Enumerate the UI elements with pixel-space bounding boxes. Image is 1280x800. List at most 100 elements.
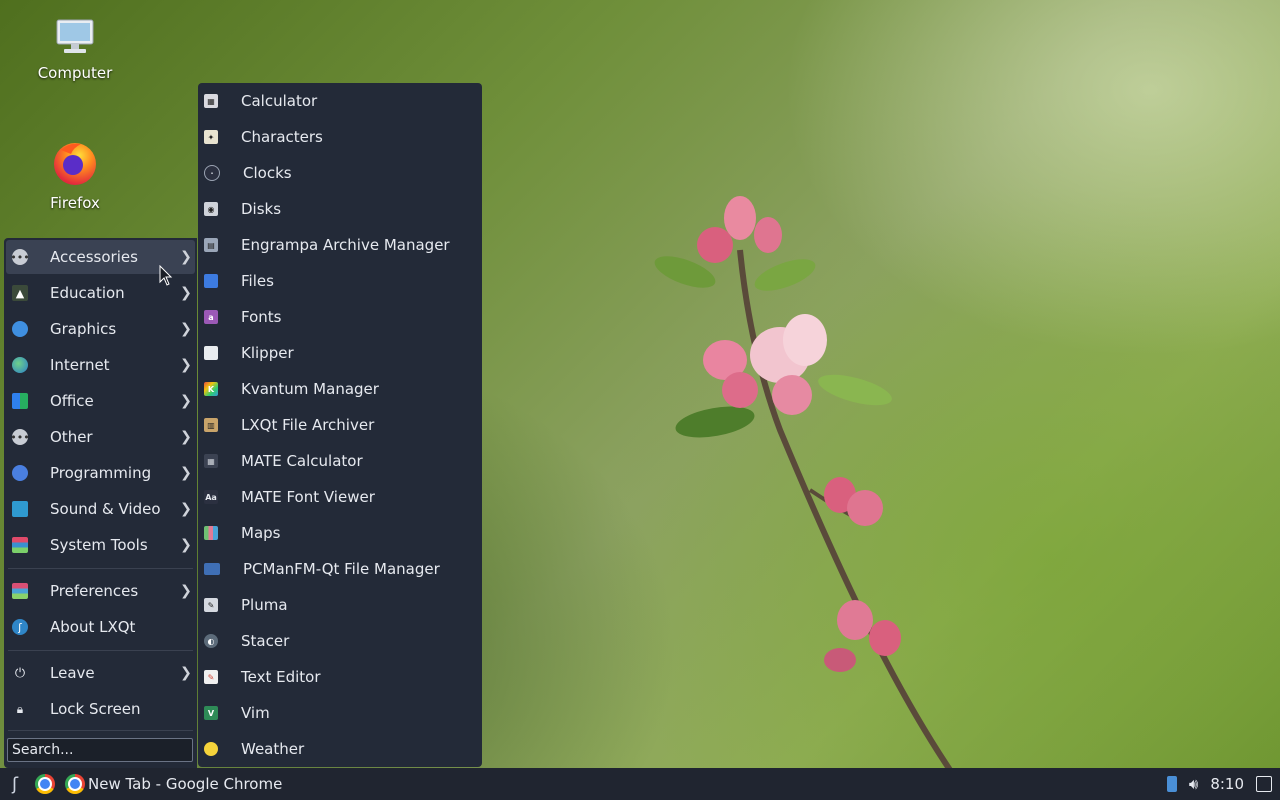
pluma-icon: ✎: [204, 598, 218, 612]
menu-item-preferences[interactable]: Preferences ❯: [6, 574, 195, 608]
submenu-item-stacer[interactable]: ◐ Stacer: [198, 623, 482, 659]
text-editor-icon: ✎: [204, 670, 218, 684]
network-icon[interactable]: [1166, 776, 1177, 792]
maps-icon: [204, 526, 218, 540]
submenu-item-vim[interactable]: V Vim: [198, 695, 482, 731]
vim-icon: V: [204, 706, 218, 720]
start-menu-button[interactable]: ʃ: [4, 774, 26, 795]
menu-search-input[interactable]: [7, 738, 193, 762]
submenu-item-mate-font-viewer[interactable]: Aa MATE Font Viewer: [198, 479, 482, 515]
chrome-task-icon: [65, 774, 85, 794]
task-button-label: New Tab - Google Chrome: [88, 775, 283, 793]
submenu-item-label: Engrampa Archive Manager: [241, 236, 450, 254]
menu-item-leave[interactable]: ⏻ Leave ❯: [6, 656, 195, 690]
submenu-item-clocks[interactable]: · Clocks: [198, 155, 482, 191]
task-button-chrome[interactable]: New Tab - Google Chrome: [88, 775, 282, 793]
stacer-icon: ◐: [204, 634, 218, 648]
clock-icon: ·: [204, 165, 220, 181]
system-tools-icon: [12, 537, 28, 553]
desktop-icon-computer[interactable]: Computer: [20, 18, 130, 82]
submenu-item-klipper[interactable]: Klipper: [198, 335, 482, 371]
menu-item-system-tools[interactable]: System Tools ❯: [6, 528, 195, 562]
submenu-item-label: Stacer: [241, 632, 290, 650]
submenu-item-label: Disks: [241, 200, 282, 218]
desktop-icon-firefox[interactable]: Firefox: [20, 138, 130, 212]
submenu-item-lxqt-archiver[interactable]: ▥ LXQt File Archiver: [198, 407, 482, 443]
file-archiver-icon: ▥: [204, 418, 218, 432]
submenu-item-label: Fonts: [241, 308, 282, 326]
submenu-item-disks[interactable]: ◉ Disks: [198, 191, 482, 227]
submenu-item-files[interactable]: Files: [198, 263, 482, 299]
power-icon: ⏻: [14, 665, 26, 681]
menu-item-label: Sound & Video: [50, 500, 161, 518]
submenu-item-label: Calculator: [241, 92, 318, 110]
menu-item-lock-screen[interactable]: 🔒︎ Lock Screen: [6, 692, 195, 726]
fonts-icon: a: [204, 310, 218, 324]
menu-item-programming[interactable]: Programming ❯: [6, 456, 195, 490]
submenu-item-text-editor[interactable]: ✎ Text Editor: [198, 659, 482, 695]
menu-separator: [8, 730, 193, 731]
chrome-launcher-icon[interactable]: [35, 774, 55, 794]
submenu-item-pluma[interactable]: ✎ Pluma: [198, 587, 482, 623]
chevron-right-icon: ❯: [180, 393, 192, 409]
disks-icon: ◉: [204, 202, 218, 216]
menu-item-other[interactable]: ••• Other ❯: [6, 420, 195, 454]
chevron-right-icon: ❯: [180, 583, 192, 599]
submenu-item-calculator[interactable]: ▦ Calculator: [198, 83, 482, 119]
show-desktop-icon[interactable]: [1256, 776, 1272, 792]
volume-icon[interactable]: 🔊︎: [1189, 775, 1198, 793]
submenu-item-fonts[interactable]: a Fonts: [198, 299, 482, 335]
lock-icon: 🔒︎: [16, 701, 24, 716]
lxqt-icon: ʃ: [12, 619, 28, 635]
chevron-right-icon: ❯: [180, 429, 192, 445]
submenu-item-label: Vim: [241, 704, 270, 722]
submenu-item-characters[interactable]: ✦ Characters: [198, 119, 482, 155]
menu-item-label: Accessories: [50, 248, 138, 266]
graphics-icon: [12, 321, 28, 337]
chevron-right-icon: ❯: [180, 285, 192, 301]
submenu-item-label: Pluma: [241, 596, 288, 614]
menu-separator: [8, 568, 193, 569]
submenu-item-weather[interactable]: Weather: [198, 731, 482, 767]
menu-item-internet[interactable]: Internet ❯: [6, 348, 195, 382]
other-icon: •••: [10, 429, 30, 445]
wallpaper-branch: [654, 196, 953, 770]
system-tray: 🔊︎ 8:10: [1166, 768, 1280, 800]
font-viewer-icon: Aa: [204, 490, 218, 504]
mouse-cursor-icon: [159, 265, 173, 286]
sound-video-icon: [12, 501, 28, 517]
desktop-icon-label: Computer: [37, 64, 113, 82]
calculator-icon: ▦: [204, 94, 218, 108]
mate-calculator-icon: ▦: [204, 454, 218, 468]
menu-item-office[interactable]: Office ❯: [6, 384, 195, 418]
menu-item-about-lxqt[interactable]: ʃ About LXQt: [6, 610, 195, 644]
chevron-right-icon: ❯: [180, 465, 192, 481]
submenu-item-label: LXQt File Archiver: [241, 416, 375, 434]
education-icon: ▲: [12, 285, 28, 301]
submenu-item-label: Text Editor: [241, 668, 321, 686]
clock[interactable]: 8:10: [1210, 775, 1244, 793]
submenu-item-pcmanfm[interactable]: PCManFM-Qt File Manager: [198, 551, 482, 587]
submenu-item-label: Clocks: [243, 164, 292, 182]
submenu-item-label: Files: [241, 272, 274, 290]
submenu-item-label: Weather: [241, 740, 305, 758]
firefox-icon: [20, 138, 130, 190]
submenu-item-maps[interactable]: Maps: [198, 515, 482, 551]
files-icon: [204, 274, 218, 288]
klipper-icon: [204, 346, 218, 360]
submenu-item-engrampa[interactable]: ▤ Engrampa Archive Manager: [198, 227, 482, 263]
menu-item-label: System Tools: [50, 536, 148, 554]
menu-item-sound-video[interactable]: Sound & Video ❯: [6, 492, 195, 526]
application-menu: ••• Accessories ❯ ▲ Education ❯ Graphics…: [4, 238, 197, 768]
menu-item-label: Graphics: [50, 320, 117, 338]
submenu-item-kvantum[interactable]: K Kvantum Manager: [198, 371, 482, 407]
submenu-item-mate-calculator[interactable]: ▦ MATE Calculator: [198, 443, 482, 479]
menu-item-graphics[interactable]: Graphics ❯: [6, 312, 195, 346]
file-manager-icon: [204, 563, 220, 575]
submenu-item-label: MATE Calculator: [241, 452, 363, 470]
menu-item-label: Leave: [50, 664, 95, 682]
menu-item-label: Internet: [50, 356, 110, 374]
preferences-icon: [12, 583, 28, 599]
menu-item-label: Other: [50, 428, 93, 446]
chevron-right-icon: ❯: [180, 665, 192, 681]
